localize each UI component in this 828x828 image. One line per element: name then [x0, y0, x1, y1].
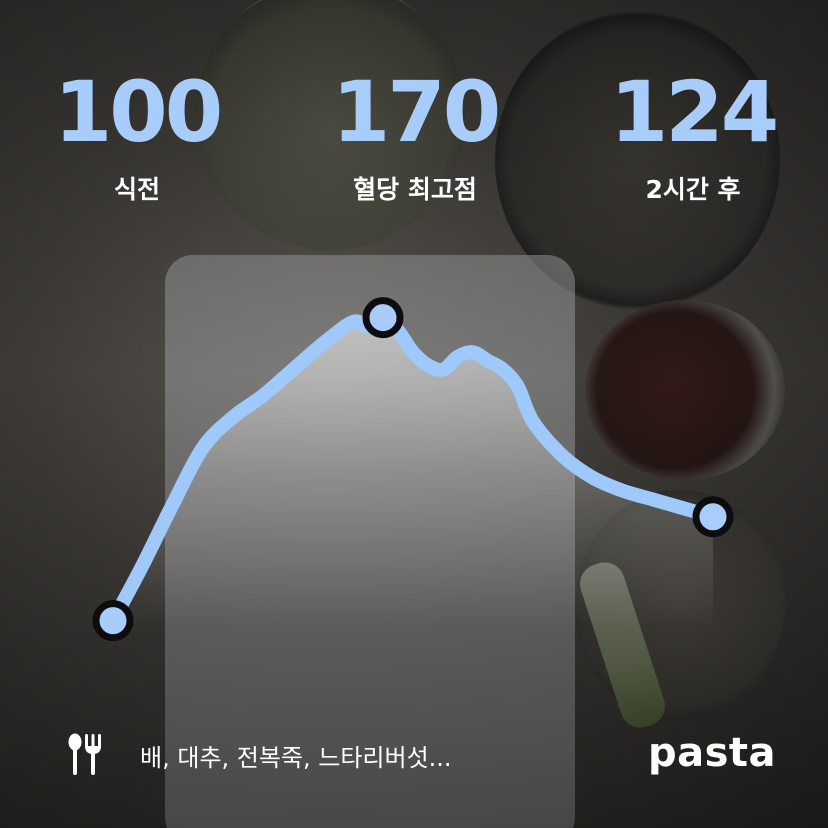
stat-before-meal-label: 식전: [113, 175, 160, 204]
meal-glucose-card: 100 식전 170 혈당 최고점 124 2시간 후 배, 대추, 전복죽, …: [0, 0, 828, 828]
meal-foods-text: 배, 대추, 전복죽, 느타리버섯...: [140, 743, 452, 772]
stat-after-2h-value: 124: [609, 63, 779, 161]
stat-before-meal: 100 식전: [27, 70, 247, 206]
pasta-logo: pasta: [647, 730, 776, 776]
glucose-area-fill: [113, 317, 713, 760]
marker-before-meal: [92, 600, 134, 642]
stat-peak: 170 혈당 최고점: [305, 70, 525, 206]
fork-spoon-icon: [68, 733, 101, 775]
meal-footer: 배, 대추, 전복죽, 느타리버섯... pasta: [66, 730, 776, 780]
marker-after-2h: [692, 496, 734, 538]
stat-before-meal-value: 100: [53, 63, 223, 161]
stat-peak-label: 혈당 최고점: [353, 175, 477, 204]
stat-peak-value: 170: [331, 63, 501, 161]
stat-after-2h: 124 2시간 후: [583, 70, 803, 206]
marker-peak: [362, 297, 404, 339]
stat-after-2h-label: 2시간 후: [645, 175, 741, 204]
